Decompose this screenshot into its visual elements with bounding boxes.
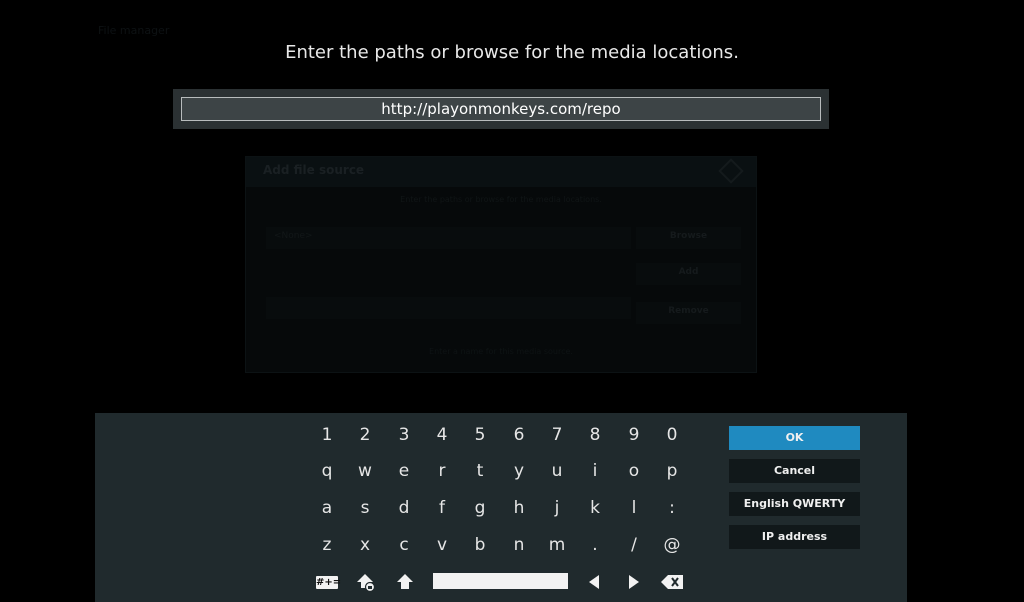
key-k[interactable]: k [577, 493, 613, 523]
key-6[interactable]: 6 [501, 420, 537, 450]
key-4[interactable]: 4 [424, 420, 460, 450]
key-period[interactable]: . [577, 530, 613, 560]
ip-address-button[interactable]: IP address [729, 525, 860, 549]
backspace-icon [661, 575, 683, 589]
key-u[interactable]: u [539, 456, 575, 486]
virtual-keyboard: 1 2 3 4 5 6 7 8 9 0 q w e r t y u i o p … [95, 413, 907, 602]
background-top-left-text: File manager [98, 24, 170, 37]
key-l[interactable]: l [616, 493, 652, 523]
key-n[interactable]: n [501, 530, 537, 560]
background-dialog-footer: Enter a name for this media source. [429, 347, 573, 356]
background-dialog: Add file source Enter the paths or brows… [245, 156, 757, 373]
key-w[interactable]: w [347, 456, 383, 486]
cursor-left-key[interactable] [584, 572, 604, 592]
cancel-button[interactable]: Cancel [729, 459, 860, 483]
shift-key[interactable] [394, 571, 416, 593]
background-remove-button: Remove [636, 302, 741, 324]
cursor-right-key[interactable] [624, 572, 644, 592]
background-add-button: Add [636, 263, 741, 285]
key-t[interactable]: t [462, 456, 498, 486]
key-x[interactable]: x [347, 530, 383, 560]
key-colon[interactable]: : [654, 493, 690, 523]
key-at[interactable]: @ [654, 530, 690, 560]
ok-button[interactable]: OK [729, 426, 860, 450]
key-f[interactable]: f [424, 493, 460, 523]
key-5[interactable]: 5 [462, 420, 498, 450]
space-bar[interactable] [433, 573, 568, 589]
key-d[interactable]: d [386, 493, 422, 523]
key-y[interactable]: y [501, 456, 537, 486]
key-a[interactable]: a [309, 493, 345, 523]
background-name-row [266, 297, 631, 319]
key-c[interactable]: c [386, 530, 422, 560]
key-8[interactable]: 8 [577, 420, 613, 450]
key-s[interactable]: s [347, 493, 383, 523]
shift-arrow-icon [397, 574, 413, 589]
key-j[interactable]: j [539, 493, 575, 523]
arrow-right-icon [629, 575, 639, 589]
layout-button[interactable]: English QWERTY [729, 492, 860, 516]
key-r[interactable]: r [424, 456, 460, 486]
symbols-key[interactable]: #+= [314, 574, 342, 590]
key-v[interactable]: v [424, 530, 460, 560]
key-g[interactable]: g [462, 493, 498, 523]
key-slash[interactable]: / [616, 530, 652, 560]
symbols-key-label: #+= [316, 575, 342, 589]
background-browse-button: Browse [636, 227, 741, 249]
key-2[interactable]: 2 [347, 420, 383, 450]
key-e[interactable]: e [386, 456, 422, 486]
backspace-key[interactable] [660, 573, 684, 591]
keyboard-heading: Enter the paths or browse for the media … [285, 42, 739, 63]
path-input[interactable] [181, 97, 821, 121]
background-dialog-title: Add file source [263, 163, 365, 177]
arrow-left-icon [589, 575, 599, 589]
key-9[interactable]: 9 [616, 420, 652, 450]
key-0[interactable]: 0 [654, 420, 690, 450]
key-7[interactable]: 7 [539, 420, 575, 450]
key-z[interactable]: z [309, 530, 345, 560]
key-q[interactable]: q [309, 456, 345, 486]
caps-lock-icon [357, 574, 376, 592]
key-b[interactable]: b [462, 530, 498, 560]
key-1[interactable]: 1 [309, 420, 345, 450]
key-i[interactable]: i [577, 456, 613, 486]
key-p[interactable]: p [654, 456, 690, 486]
key-o[interactable]: o [616, 456, 652, 486]
background-path-row: <None> [266, 227, 631, 249]
background-dialog-subtitle: Enter the paths or browse for the media … [400, 195, 602, 204]
input-container [173, 89, 829, 129]
shift-lock-key[interactable] [355, 571, 377, 593]
key-h[interactable]: h [501, 493, 537, 523]
key-m[interactable]: m [539, 530, 575, 560]
key-3[interactable]: 3 [386, 420, 422, 450]
